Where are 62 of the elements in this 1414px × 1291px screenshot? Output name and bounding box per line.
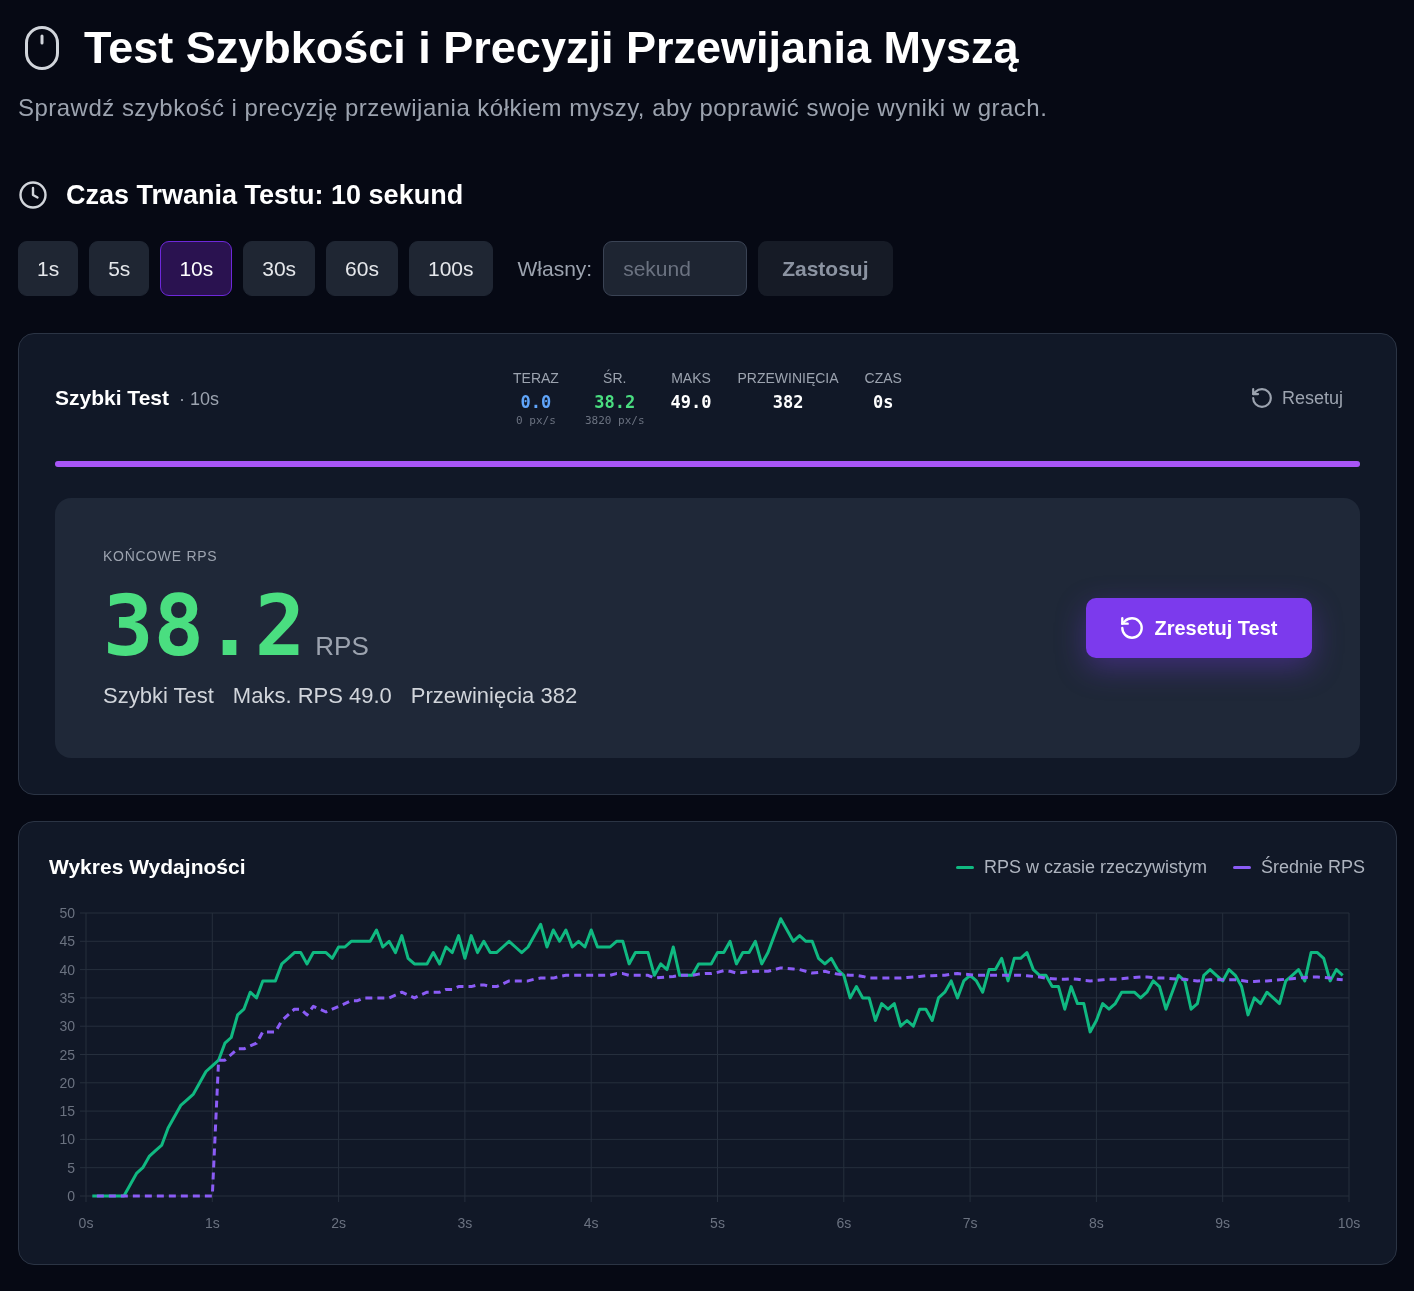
stat-value: 0.0 xyxy=(520,390,552,414)
duration-option-button[interactable]: 5s xyxy=(89,241,150,296)
y-tick-label: 50 xyxy=(59,905,75,921)
y-tick-label: 25 xyxy=(59,1046,75,1063)
mouse-icon xyxy=(25,26,59,70)
x-tick-label: 7s xyxy=(962,1215,978,1231)
y-tick-label: 5 xyxy=(67,1159,75,1176)
result-detail: Szybki Test xyxy=(103,682,214,710)
y-tick-label: 0 xyxy=(67,1188,75,1204)
custom-duration-label: Własny: xyxy=(517,255,593,282)
x-tick-label: 9s xyxy=(1215,1215,1231,1231)
result-label: KOŃCOWE RPS xyxy=(103,547,218,566)
duration-option-button[interactable]: 1s xyxy=(18,241,79,296)
x-tick-label: 2s xyxy=(331,1215,346,1231)
x-tick-label: 4s xyxy=(583,1215,599,1231)
result-detail: Maks. RPS 49.0 xyxy=(232,682,392,710)
duration-option-button[interactable]: 100s xyxy=(408,241,493,296)
legend-label: RPS w czasie rzeczywistym xyxy=(983,855,1207,879)
result-unit: RPS xyxy=(315,630,369,663)
result-value: 38.2 xyxy=(103,584,306,668)
y-tick-label: 30 xyxy=(59,1018,75,1035)
stat-value: 382 xyxy=(772,390,804,414)
rotate-arrow-icon xyxy=(1251,388,1272,408)
x-tick-label: 6s xyxy=(836,1215,852,1231)
rotate-arrow-icon xyxy=(1120,617,1143,639)
y-tick-label: 40 xyxy=(59,961,75,978)
stat-label: MAKS xyxy=(671,368,711,387)
x-tick-label: 1s xyxy=(204,1215,220,1231)
stat-label: ŚR. xyxy=(603,368,627,387)
stat-subvalue: 3820 px/s xyxy=(584,413,645,428)
chart-title: Wykres Wydajności xyxy=(49,854,246,881)
y-tick-label: 20 xyxy=(59,1074,75,1091)
duration-option-button[interactable]: 30s xyxy=(243,241,316,296)
clock-icon xyxy=(19,181,47,209)
stat-label: TERAZ xyxy=(513,368,559,387)
test-title: Szybki Test xyxy=(55,385,169,412)
stat-value: 38.2 xyxy=(594,390,636,414)
x-tick-label: 10s xyxy=(1337,1215,1361,1231)
x-tick-label: 3s xyxy=(457,1215,473,1231)
legend-label: Średnie RPS xyxy=(1260,855,1365,879)
stat-value: 49.0 xyxy=(670,390,712,414)
stat-label: PRZEWINIĘCIA xyxy=(737,368,839,387)
page-subtitle: Sprawdź szybkość i precyzję przewijania kółkiem myszy, aby poprawić swoje wyniki w grach. xyxy=(18,93,1048,123)
seconds-input[interactable]: sekund xyxy=(603,241,748,296)
reset-test-button[interactable]: Zresetuj Test xyxy=(1086,598,1312,658)
x-tick-label: 8s xyxy=(1089,1215,1104,1231)
y-tick-label: 45 xyxy=(59,933,75,950)
stat-value: 0s xyxy=(873,390,894,414)
stat-label: CZAS xyxy=(864,368,902,387)
x-tick-label: 5s xyxy=(710,1215,725,1231)
y-tick-label: 15 xyxy=(59,1103,75,1120)
section-heading: Czas Trwania Testu: 10 sekund xyxy=(66,179,464,211)
test-duration: · 10s xyxy=(179,388,219,412)
stat-subvalue: 0 px/s xyxy=(516,413,556,428)
x-tick-label: 0s xyxy=(78,1215,94,1231)
page-title: Test Szybkości i Precyzji Przewijania Myszą xyxy=(84,21,1019,75)
duration-option-button[interactable]: 60s xyxy=(326,241,398,296)
reset-button[interactable]: Resetuj xyxy=(1251,384,1343,412)
duration-option-button[interactable]: 10s xyxy=(160,241,233,296)
y-tick-label: 35 xyxy=(59,989,75,1006)
y-tick-label: 10 xyxy=(59,1131,75,1148)
result-detail: Przewinięcia 382 xyxy=(410,682,578,710)
